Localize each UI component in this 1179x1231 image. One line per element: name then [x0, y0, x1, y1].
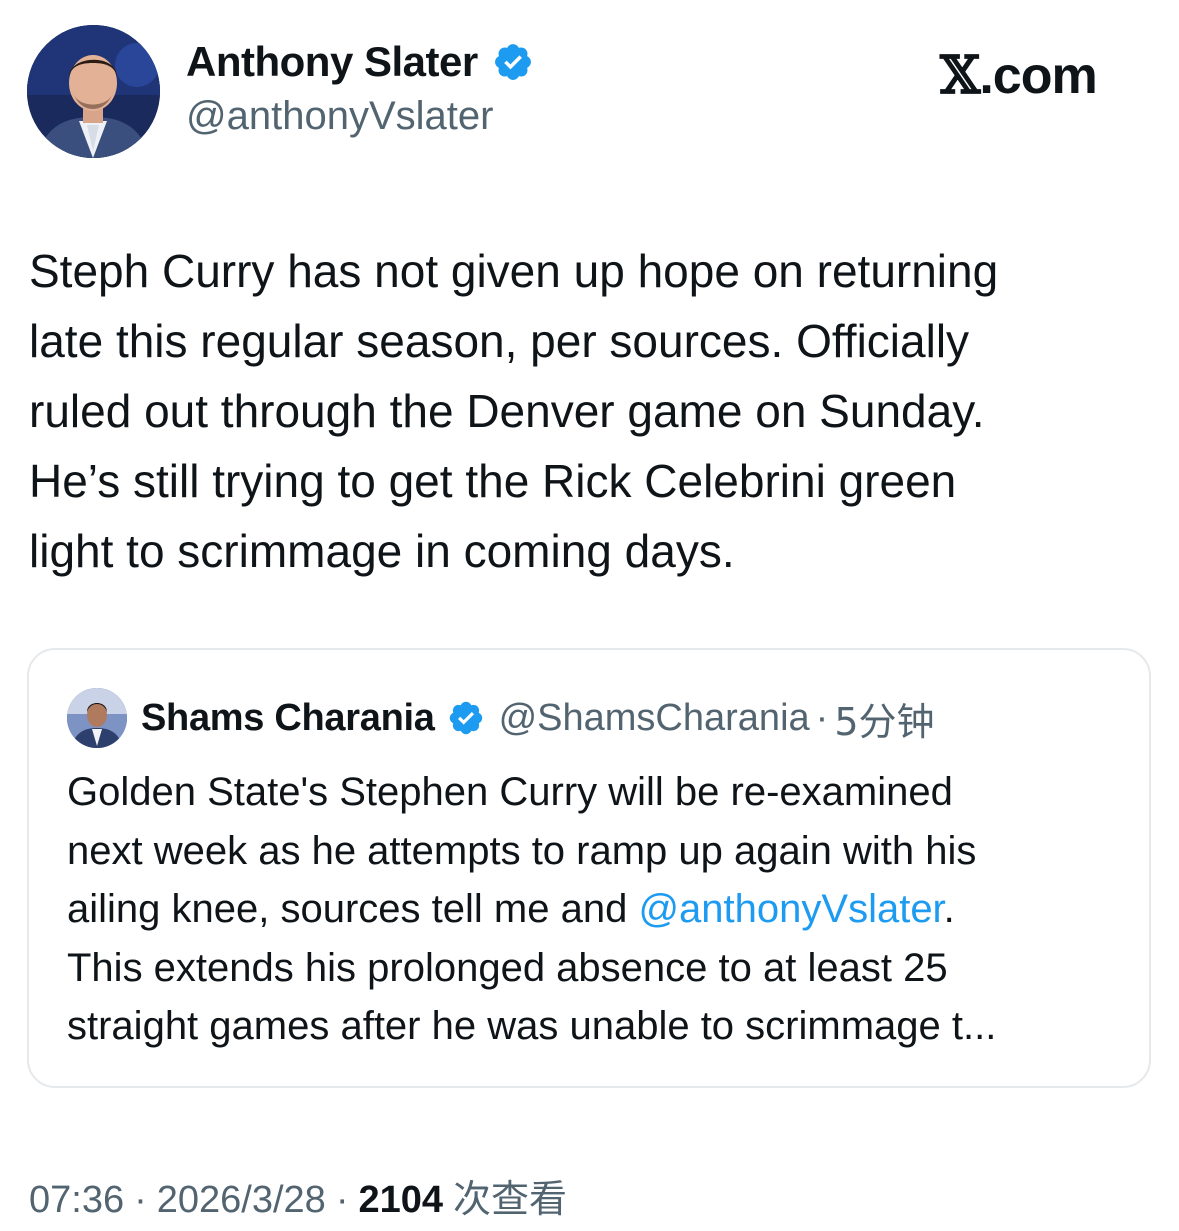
- quoted-tweet-header: Shams Charania @ShamsCharania · 5分钟: [67, 688, 935, 748]
- quoted-author-avatar[interactable]: [67, 688, 127, 748]
- meta-separator: ·: [134, 1179, 147, 1221]
- author-name[interactable]: Anthony Slater: [186, 38, 534, 86]
- tweet-text: Steph Curry has not given up hope on ret…: [29, 236, 1149, 586]
- author-name-text: Anthony Slater: [186, 38, 478, 85]
- quoted-tweet-card[interactable]: Shams Charania @ShamsCharania · 5分钟 Gold…: [27, 648, 1151, 1088]
- meta-separator: ·: [335, 1179, 349, 1221]
- quoted-author-handle[interactable]: @ShamsCharania: [499, 697, 810, 740]
- quoted-header-separator: ·: [815, 696, 829, 739]
- tweet-text-line: light to scrimmage in coming days.: [29, 525, 735, 577]
- quoted-text-segment: ailing knee, sources tell me and: [67, 887, 639, 931]
- tweet-screenshot: Anthony Slater @anthonyVslater 𝕏.com Ste…: [0, 0, 1179, 1231]
- tweet-text-line: He’s still trying to get the Rick Celebr…: [29, 455, 957, 507]
- x-logo-icon: 𝕏: [940, 45, 980, 106]
- mention-link[interactable]: @anthonyVslater: [638, 887, 943, 931]
- x-com-logo: 𝕏.com: [940, 45, 1098, 106]
- verified-badge-icon: [447, 699, 485, 737]
- author-avatar[interactable]: [27, 25, 160, 158]
- tweet-date[interactable]: 2026/3/28: [157, 1179, 326, 1222]
- view-count: 2104: [358, 1179, 444, 1221]
- quoted-text-line: ailing knee, sources tell me and @anthon…: [67, 880, 1117, 939]
- quoted-tweet-text: Golden State's Stephen Curry will be re-…: [67, 763, 1117, 1056]
- tweet-time[interactable]: 07:36: [29, 1179, 124, 1222]
- quoted-text-line: This extends his prolonged absence to at…: [67, 945, 948, 990]
- tweet-text-line: ruled out through the Denver game on Sun…: [29, 385, 985, 437]
- view-count-label: 次查看: [453, 1177, 568, 1221]
- tweet-text-line: Steph Curry has not given up hope on ret…: [29, 245, 999, 297]
- tweet-meta: 07:36 · 2026/3/28 · 2104 次查看: [29, 1168, 567, 1223]
- quoted-text-segment: .: [943, 887, 955, 931]
- tweet-text-line: late this regular season, per sources. O…: [29, 315, 970, 367]
- verified-badge-icon: [492, 41, 534, 83]
- quoted-text-line: straight games after he was unable to sc…: [67, 1004, 997, 1048]
- x-logo-suffix: .com: [979, 47, 1097, 105]
- quoted-tweet-time[interactable]: 5分钟: [834, 691, 934, 746]
- author-handle[interactable]: @anthonyVslater: [186, 94, 493, 139]
- quoted-text-line: next week as he attempts to ramp up agai…: [67, 828, 977, 873]
- author-avatar-image: [27, 25, 160, 158]
- quoted-author-name[interactable]: Shams Charania: [141, 697, 435, 740]
- quoted-text-line: Golden State's Stephen Curry will be re-…: [67, 770, 953, 814]
- quoted-author-avatar-image: [67, 688, 127, 748]
